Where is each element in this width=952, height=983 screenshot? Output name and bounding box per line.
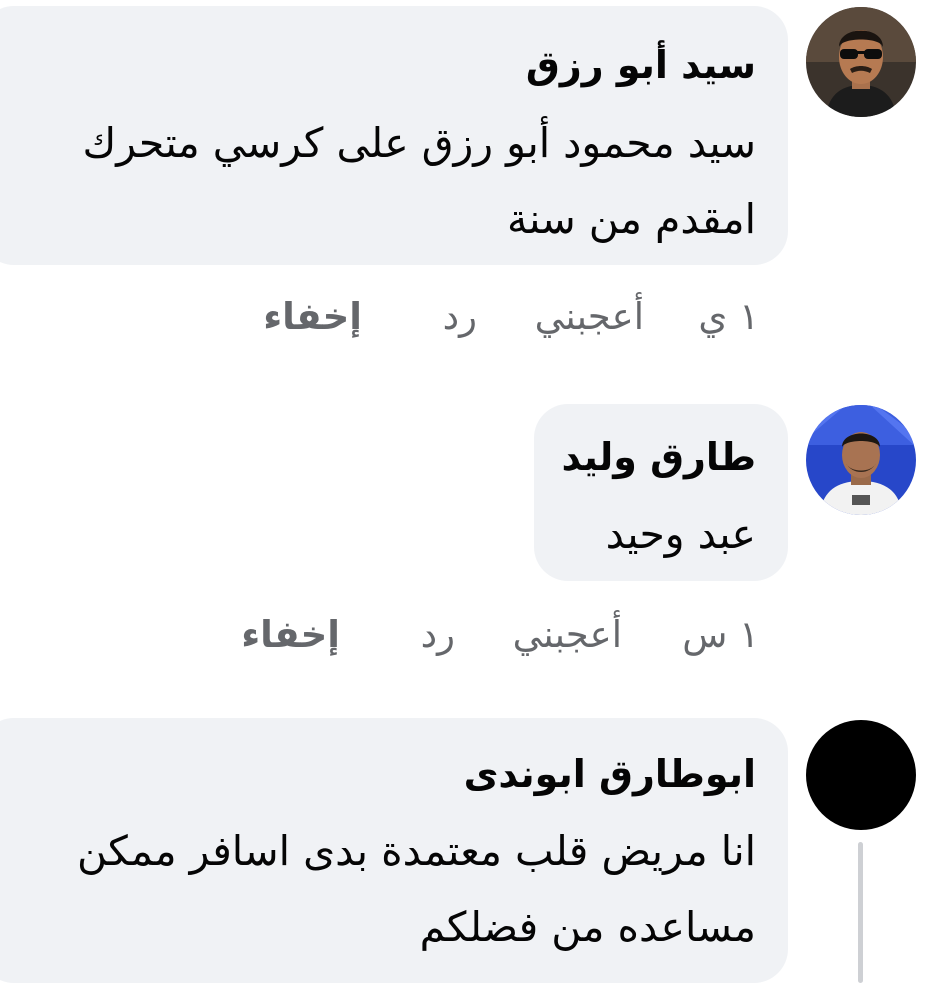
comment-author-name[interactable]: طارق وليد xyxy=(562,435,757,479)
comment-item: سيد أبو رزق سيد محمود أبو رزق على كرسي م… xyxy=(0,0,952,370)
hide-button[interactable]: إخفاء xyxy=(241,613,340,657)
comment-text-line: مساعده من فضلكم xyxy=(419,903,756,951)
comment-item: ابوطارق ابوندى انا مريض قلب معتمدة بدى ا… xyxy=(0,690,952,983)
like-button[interactable]: أعجبني xyxy=(513,613,622,657)
comment-timestamp[interactable]: ١ س xyxy=(682,613,759,657)
comment-author-name[interactable]: ابوطارق ابوندى xyxy=(464,752,756,796)
commenter-avatar[interactable] xyxy=(806,720,916,830)
commenter-avatar[interactable] xyxy=(806,405,916,515)
reply-thread-line xyxy=(858,842,863,983)
comment-bubble[interactable]: طارق وليد عبد وحيد xyxy=(534,404,788,581)
reply-button[interactable]: رد xyxy=(421,613,455,657)
comment-text-line: امقدم من سنة xyxy=(507,195,756,243)
hide-button[interactable]: إخفاء xyxy=(263,295,362,339)
reply-button[interactable]: رد xyxy=(443,295,477,339)
comment-actions: ١ س أعجبني رد إخفاء xyxy=(0,613,952,657)
black-circle-avatar-icon xyxy=(806,720,916,830)
comment-bubble[interactable]: سيد أبو رزق سيد محمود أبو رزق على كرسي م… xyxy=(0,6,788,265)
comment-item: طارق وليد عبد وحيد ١ س أعجبني رد إخفاء xyxy=(0,370,952,690)
person-avatar-icon xyxy=(806,405,916,515)
comment-author-name[interactable]: سيد أبو رزق xyxy=(526,43,756,87)
comment-text-line: انا مريض قلب معتمدة بدى اسافر ممكن xyxy=(77,827,756,875)
like-button[interactable]: أعجبني xyxy=(535,295,644,339)
commenter-avatar[interactable] xyxy=(806,7,916,117)
comment-bubble[interactable]: ابوطارق ابوندى انا مريض قلب معتمدة بدى ا… xyxy=(0,718,788,983)
comment-timestamp[interactable]: ١ ي xyxy=(698,295,759,339)
comment-actions: ١ ي أعجبني رد إخفاء xyxy=(0,295,952,339)
person-sunglasses-avatar-icon xyxy=(806,7,916,117)
comment-text-line: عبد وحيد xyxy=(605,510,756,558)
comment-text-line: سيد محمود أبو رزق على كرسي متحرك xyxy=(82,119,757,167)
